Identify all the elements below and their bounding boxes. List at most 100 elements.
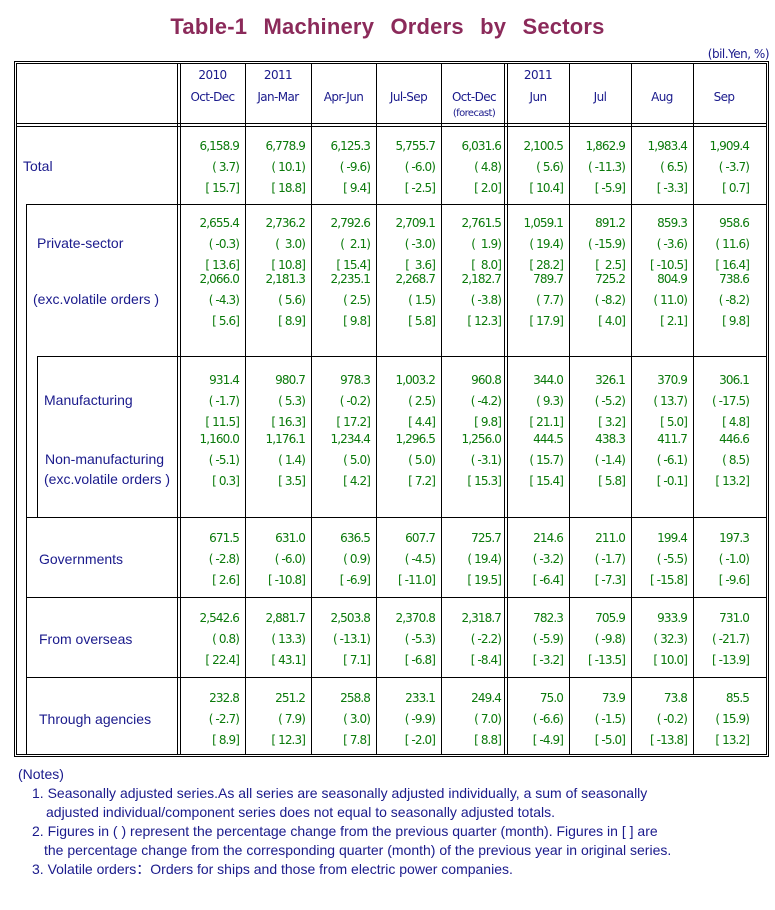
grid-line bbox=[37, 356, 38, 517]
table-cell: 1,909.4 ( -3.7) [ 0.7] bbox=[693, 136, 749, 199]
row-label-private-exc-volatile: (exc.volatile orders ) bbox=[33, 291, 160, 307]
cell-value: 636.5 bbox=[340, 531, 371, 545]
cell-yoy-change: [ 4.2] bbox=[343, 474, 371, 488]
cell-value: 1,983.4 bbox=[647, 139, 687, 153]
cell-yoy-change: [ -2.0] bbox=[404, 733, 436, 747]
cell-qoq-change: ( 9.3) bbox=[536, 394, 564, 408]
table-cell: 789.7 ( 7.7) [ 17.9] bbox=[507, 269, 564, 332]
table-cell: 931.4( -1.7)[ 11.5] bbox=[180, 370, 240, 433]
table-cell: 631.0 ( -6.0) [ -10.8] bbox=[245, 528, 306, 591]
cell-qoq-change: ( 3.0) bbox=[343, 712, 371, 726]
table-cell: 2,881.7 ( 13.3) [ 43.1] bbox=[245, 608, 305, 671]
table-cell: 2,736.2( 3.0)[ 10.8] bbox=[245, 213, 305, 276]
table-cell: 5,755.7 ( -6.0) [ -2.5] bbox=[376, 136, 435, 199]
row-label-governments: Governments bbox=[39, 551, 124, 567]
table-cell: 1,003.2( 2.5)[ 4.4] bbox=[376, 370, 435, 433]
cell-value: 1,256.0 bbox=[461, 432, 501, 446]
row-label-from-overseas: From overseas bbox=[39, 631, 133, 647]
table-cell: 2,370.8 ( -5.3) [ -6.8] bbox=[376, 608, 435, 671]
cell-value: 199.4 bbox=[657, 531, 688, 545]
cell-yoy-change: [ 5.8] bbox=[408, 314, 436, 328]
cell-value: 446.6 bbox=[719, 432, 750, 446]
cell-qoq-change: ( 1.9) bbox=[471, 237, 502, 251]
cell-yoy-change: [ 13.2] bbox=[715, 733, 750, 747]
table-cell: 446.6 ( 8.5) [ 13.2] bbox=[693, 429, 750, 492]
cell-yoy-change: [ 22.4] bbox=[205, 653, 240, 667]
table-cell: 2,792.6( 2.1)[ 15.4] bbox=[311, 213, 370, 276]
cell-qoq-change: ( 19.4) bbox=[467, 552, 502, 566]
cell-yoy-change: [ -13.5] bbox=[587, 653, 626, 667]
cell-yoy-change: [ -6.4] bbox=[532, 573, 564, 587]
cell-qoq-change: ( 7.7) bbox=[536, 293, 564, 307]
cell-yoy-change: [ -4.9] bbox=[532, 733, 564, 747]
cell-qoq-change: ( 5.0) bbox=[408, 453, 436, 467]
table-cell: 960.8( -4.2)[ 9.8] bbox=[441, 370, 502, 433]
cell-qoq-change: ( -2.8) bbox=[208, 552, 240, 566]
table-cell: 2,503.8 ( -13.1) [ 7.1] bbox=[311, 608, 370, 671]
table-cell: 859.3( -3.6)[ -10.5] bbox=[631, 213, 688, 276]
table-cell: 978.3( -0.2)[ 17.2] bbox=[311, 370, 371, 433]
cell-qoq-change: ( -3.2) bbox=[532, 552, 564, 566]
grid-line bbox=[26, 204, 767, 205]
row-label-private-sector: Private-sector bbox=[37, 235, 124, 251]
cell-qoq-change: ( -8.2) bbox=[594, 293, 626, 307]
cell-value: 5,755.7 bbox=[395, 139, 435, 153]
cell-qoq-change: ( 1.4) bbox=[278, 453, 306, 467]
cell-value: 2,235.1 bbox=[330, 272, 370, 286]
cell-value: 2,370.8 bbox=[395, 611, 435, 625]
cell-qoq-change: ( -5.5) bbox=[656, 552, 688, 566]
cell-value: 738.6 bbox=[719, 272, 750, 286]
cell-value: 6,125.3 bbox=[330, 139, 370, 153]
table-cell: 1,862.9 ( -11.3) [ -5.9] bbox=[569, 136, 625, 199]
table-cell: 75.0 ( -6.6) [ -4.9] bbox=[507, 688, 564, 751]
table-title: Table-1 Machinery Orders by Sectors bbox=[170, 14, 605, 39]
cell-yoy-change: [ 43.1] bbox=[271, 653, 306, 667]
unit-label: (bil.Yen, %) bbox=[707, 47, 770, 61]
cell-qoq-change: ( 7.0) bbox=[474, 712, 502, 726]
cell-qoq-change: ( 6.5) bbox=[660, 160, 688, 174]
cell-value: 1,296.5 bbox=[395, 432, 435, 446]
table-cell: 2,181.3 ( 5.6) [ 8.9] bbox=[245, 269, 305, 332]
table-cell: 214.6 ( -3.2) [ -6.4] bbox=[507, 528, 564, 591]
cell-value: 444.5 bbox=[533, 432, 564, 446]
table-cell: 2,100.5 ( 5.6) [ 10.4] bbox=[507, 136, 563, 199]
cell-yoy-change: [ 10.4] bbox=[529, 181, 564, 195]
table-cell: 2,655.4( -0.3)[ 13.6] bbox=[180, 213, 239, 276]
table-cell: 438.3 ( -1.4) [ 5.8] bbox=[569, 429, 626, 492]
cell-value: 2,792.6 bbox=[330, 216, 370, 230]
cell-value: 75.0 bbox=[539, 691, 564, 705]
cell-yoy-change: [ 12.3] bbox=[467, 314, 502, 328]
cell-qoq-change: ( -9.9) bbox=[404, 712, 436, 726]
table-cell: 73.8 ( -0.2) [ -13.8] bbox=[631, 688, 688, 751]
cell-value: 251.2 bbox=[275, 691, 306, 705]
cell-qoq-change: ( 5.6) bbox=[536, 160, 564, 174]
cell-yoy-change: [ 2.6] bbox=[212, 573, 240, 587]
table-cell: 980.7( 5.3)[ 16.3] bbox=[245, 370, 306, 433]
cell-qoq-change: ( -3.6) bbox=[656, 237, 688, 251]
cell-value: 607.7 bbox=[405, 531, 436, 545]
cell-qoq-change: ( 5.6) bbox=[278, 293, 306, 307]
table-cell: 725.2 ( -8.2) [ 4.0] bbox=[569, 269, 626, 332]
table-cell: 1,256.0 ( -3.1) [ 15.3] bbox=[441, 429, 501, 492]
cell-value: 671.5 bbox=[209, 531, 240, 545]
table-cell: 933.9 ( 32.3) [ 10.0] bbox=[631, 608, 688, 671]
cell-qoq-change: ( 0.8) bbox=[212, 632, 240, 646]
cell-value: 73.9 bbox=[601, 691, 626, 705]
cell-yoy-change: [ 7.2] bbox=[408, 474, 436, 488]
row-label-manufacturing: Manufacturing bbox=[44, 392, 133, 408]
cell-value: 73.8 bbox=[663, 691, 688, 705]
cell-qoq-change: ( 32.3) bbox=[653, 632, 688, 646]
table-cell: 1,160.0 ( -5.1) [ 0.3] bbox=[180, 429, 239, 492]
table-cell: 233.1 ( -9.9) [ -2.0] bbox=[376, 688, 436, 751]
grid-line bbox=[26, 204, 27, 754]
cell-value: 2,503.8 bbox=[330, 611, 370, 625]
cell-value: 789.7 bbox=[533, 272, 564, 286]
table-cell: 2,709.1( -3.0)[ 3.6] bbox=[376, 213, 435, 276]
cell-qoq-change: ( -4.5) bbox=[404, 552, 436, 566]
table-cell: 197.3 ( -1.0) [ -9.6] bbox=[693, 528, 750, 591]
table-cell: 1,296.5 ( 5.0) [ 7.2] bbox=[376, 429, 435, 492]
cell-yoy-change: [ -3.3] bbox=[656, 181, 688, 195]
cell-qoq-change: ( 11.6) bbox=[715, 237, 750, 251]
cell-value: 725.7 bbox=[471, 531, 502, 545]
cell-value: 705.9 bbox=[595, 611, 626, 625]
